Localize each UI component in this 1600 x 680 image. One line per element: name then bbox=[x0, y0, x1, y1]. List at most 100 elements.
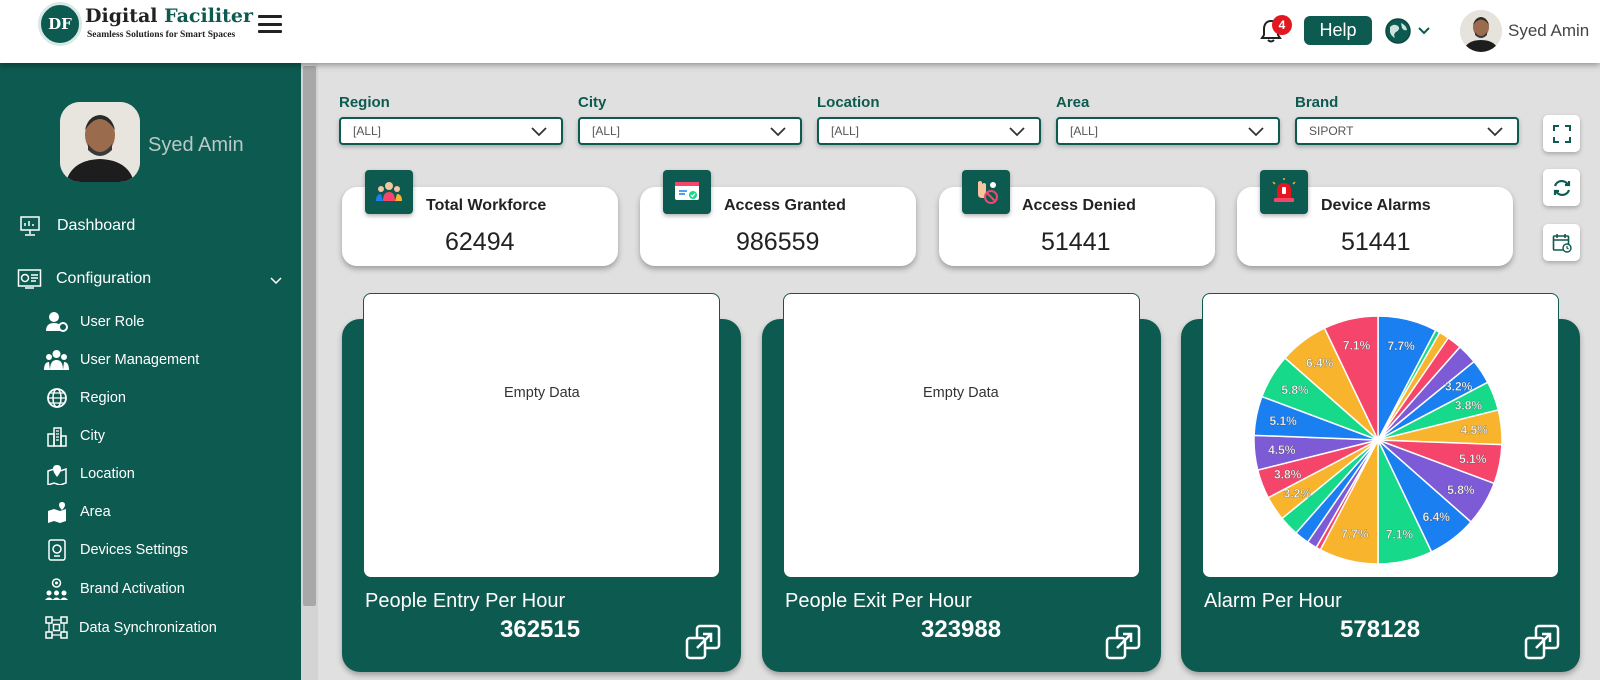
alarm-icon bbox=[1272, 178, 1296, 202]
menu-toggle-button[interactable] bbox=[258, 15, 282, 33]
pie-slice-label: 5.8% bbox=[1447, 483, 1475, 497]
pie-slice-label: 7.1% bbox=[1343, 339, 1371, 353]
filter-label-area: Area bbox=[1056, 94, 1090, 111]
chevron-down-icon bbox=[1248, 127, 1264, 137]
sidebar-item-devices-settings[interactable]: Devices Settings bbox=[46, 539, 188, 561]
region-icon bbox=[47, 388, 67, 408]
chevron-down-icon bbox=[1009, 127, 1025, 137]
area-icon bbox=[48, 502, 66, 523]
brand-activation-icon bbox=[45, 578, 68, 600]
select-value: [ALL] bbox=[831, 124, 860, 138]
pie-slice-label: 6.4% bbox=[1306, 356, 1334, 370]
logo-icon[interactable]: DF bbox=[38, 2, 82, 46]
expand-icon[interactable] bbox=[1105, 624, 1141, 660]
pie-slice-label: 3.2% bbox=[1284, 486, 1312, 500]
chevron-down-icon bbox=[770, 127, 786, 137]
user-role-icon bbox=[46, 312, 68, 332]
hamburger-line bbox=[258, 15, 282, 18]
sidebar-item-label: Region bbox=[80, 390, 126, 406]
alarm-pie-chart: 7.7% 3.2% 3.8% 4.5% 5.1% 5.8% 6.4% 7.1% 7.7% 3.2%… bbox=[1253, 315, 1503, 565]
chart-area-people-entry bbox=[363, 293, 720, 578]
pie-slice-label: 6.4% bbox=[1423, 510, 1451, 524]
stat-icon-box bbox=[663, 170, 711, 214]
empty-data-text: Empty Data bbox=[923, 385, 999, 401]
configuration-icon bbox=[17, 269, 42, 289]
language-globe-icon[interactable] bbox=[1384, 17, 1412, 45]
pie-slice-label: 5.1% bbox=[1269, 414, 1297, 428]
stat-value: 62494 bbox=[445, 228, 515, 256]
access-granted-icon bbox=[675, 182, 699, 200]
chevron-down-icon[interactable] bbox=[270, 277, 282, 285]
sidebar-item-dashboard[interactable]: Dashboard bbox=[19, 215, 135, 237]
sidebar-item-brand-activation[interactable]: Brand Activation bbox=[45, 578, 185, 600]
stat-icon-box bbox=[1260, 170, 1308, 214]
sidebar-item-area[interactable]: Area bbox=[46, 501, 111, 523]
pie-slice-label: 3.8% bbox=[1455, 399, 1483, 413]
chevron-down-icon[interactable] bbox=[1417, 26, 1431, 36]
sidebar-item-city[interactable]: City bbox=[46, 425, 105, 447]
pie-slice-label: 7.7% bbox=[1341, 527, 1369, 541]
user-management-icon bbox=[44, 350, 69, 370]
hamburger-line bbox=[258, 30, 282, 33]
chevron-down-icon bbox=[1487, 127, 1503, 137]
refresh-button[interactable] bbox=[1543, 169, 1580, 206]
expand-icon[interactable] bbox=[1524, 624, 1560, 660]
sidebar-item-user-role[interactable]: User Role bbox=[45, 311, 144, 333]
location-icon bbox=[47, 465, 67, 485]
sidebar-item-label: City bbox=[80, 428, 105, 444]
sidebar-item-label: Configuration bbox=[56, 270, 152, 287]
area-select[interactable]: [ALL] bbox=[1056, 117, 1280, 145]
help-button[interactable]: Help bbox=[1304, 16, 1372, 45]
sidebar-item-label: Area bbox=[80, 504, 111, 520]
stat-value: 51441 bbox=[1041, 228, 1111, 256]
sidebar-avatar bbox=[60, 102, 140, 182]
filter-label-location: Location bbox=[817, 94, 880, 111]
pie-slice-label: 4.5% bbox=[1268, 443, 1296, 457]
filter-label-brand: Brand bbox=[1295, 94, 1339, 111]
access-denied-icon bbox=[978, 181, 998, 204]
city-select[interactable]: [ALL] bbox=[578, 117, 802, 145]
header-user-name[interactable]: Syed Amin bbox=[1508, 21, 1589, 41]
select-value: SIPORT bbox=[1309, 124, 1354, 138]
hamburger-line bbox=[258, 22, 282, 26]
location-select[interactable]: [ALL] bbox=[817, 117, 1041, 145]
select-value: [ALL] bbox=[592, 124, 621, 138]
fullscreen-button[interactable] bbox=[1543, 115, 1580, 152]
notification-badge: 4 bbox=[1272, 15, 1292, 35]
sidebar-item-location[interactable]: Location bbox=[46, 463, 135, 485]
pie-slice-label: 4.5% bbox=[1461, 423, 1489, 437]
brand-name: Digital Faciliter bbox=[85, 5, 253, 27]
chevron-down-icon bbox=[531, 127, 547, 137]
panel-value: 323988 bbox=[921, 616, 1002, 643]
panel-value: 362515 bbox=[500, 616, 581, 643]
region-select[interactable]: [ALL] bbox=[339, 117, 563, 145]
select-value: [ALL] bbox=[353, 124, 382, 138]
calendar-icon bbox=[1552, 233, 1572, 253]
calendar-button[interactable] bbox=[1543, 224, 1580, 261]
sidebar-item-label: Dashboard bbox=[57, 217, 136, 234]
top-header: DF Digital Faciliter Seamless Solutions … bbox=[0, 0, 1600, 63]
pie-slice-label: 3.2% bbox=[1445, 380, 1473, 394]
chart-area-people-exit bbox=[783, 293, 1140, 578]
expand-icon[interactable] bbox=[685, 624, 721, 660]
sidebar-item-configuration[interactable]: Configuration bbox=[17, 268, 151, 290]
sidebar-item-label: Brand Activation bbox=[80, 581, 185, 597]
stat-icon-box bbox=[365, 170, 413, 214]
panel-title: People Exit Per Hour bbox=[785, 590, 972, 612]
filter-label-city: City bbox=[578, 94, 607, 111]
brand-select[interactable]: SIPORT bbox=[1295, 117, 1519, 145]
logo-text: DF bbox=[48, 15, 72, 33]
stat-title: Access Granted bbox=[724, 197, 846, 214]
sidebar-item-region[interactable]: Region bbox=[46, 387, 126, 409]
pie-slice-label: 5.1% bbox=[1459, 452, 1487, 466]
sidebar-user-name: Syed Amin bbox=[148, 134, 244, 156]
refresh-icon bbox=[1553, 179, 1570, 196]
sidebar-scrollbar-thumb[interactable] bbox=[303, 66, 316, 606]
panel-title: Alarm Per Hour bbox=[1204, 590, 1342, 612]
sidebar-item-data-synchronization[interactable]: Data Synchronization bbox=[45, 616, 217, 639]
stat-title: Total Workforce bbox=[426, 197, 547, 214]
sidebar-item-label: Data Synchronization bbox=[79, 619, 217, 636]
sidebar-item-user-management[interactable]: User Management bbox=[44, 349, 199, 371]
avatar[interactable] bbox=[1460, 10, 1502, 52]
pie-slice-label: 7.7% bbox=[1387, 339, 1415, 353]
